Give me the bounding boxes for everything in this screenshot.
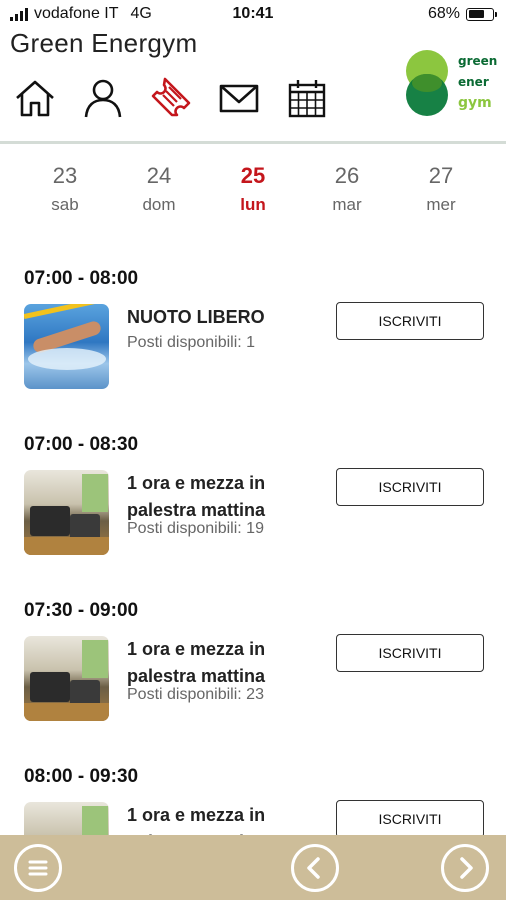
- day-number: 23: [52, 163, 78, 188]
- class-time: 07:00 - 08:00: [24, 268, 139, 289]
- status-bar: vodafone IT 4G 10:41 68%: [0, 0, 506, 28]
- menu-icon[interactable]: [14, 844, 62, 892]
- class-time: 08:00 - 09:30: [24, 766, 139, 787]
- class-thumbnail: [24, 470, 109, 555]
- signup-button[interactable]: ISCRIVITI: [336, 800, 484, 838]
- class-seats: Posti disponibili: 23: [127, 686, 264, 703]
- day-item[interactable]: 25 lun: [213, 160, 293, 218]
- day-name: mar: [332, 195, 362, 214]
- signup-button[interactable]: ISCRIVITI: [336, 468, 484, 506]
- class-name: 1 ora e mezza in palestra mattina: [127, 639, 266, 686]
- day-number: 27: [428, 163, 454, 188]
- class-time: 07:30 - 09:00: [24, 600, 139, 621]
- battery-percent: 68%: [427, 5, 460, 22]
- battery-icon: [466, 7, 497, 21]
- class-item: 07:00 - 08:00 NUOTO LIBERO Posti disponi…: [0, 268, 506, 389]
- class-item: 07:00 - 08:30 1 ora e mezza in palestra …: [0, 434, 506, 555]
- main-nav: [12, 76, 352, 120]
- day-selector: 23 sab 24 dom 25 lun 26 mar 27 mer: [0, 160, 506, 218]
- class-seats: Posti disponibili: 19: [127, 520, 264, 537]
- day-number: 25: [240, 163, 266, 188]
- class-seats: Posti disponibili: 1: [127, 334, 256, 351]
- logo-overlap: [412, 74, 442, 92]
- class-thumbnail: [24, 304, 109, 389]
- signup-button[interactable]: ISCRIVITI: [336, 634, 484, 672]
- day-item[interactable]: 23 sab: [25, 160, 105, 218]
- day-item[interactable]: 24 dom: [119, 160, 199, 218]
- app-title: Green Energym: [10, 28, 198, 58]
- ticket-icon[interactable]: [148, 76, 194, 120]
- battery-fill: [468, 10, 485, 18]
- chevron-left-icon[interactable]: [291, 844, 339, 892]
- day-name: lun: [240, 195, 266, 214]
- day-item[interactable]: 27 mer: [401, 160, 481, 218]
- class-name: NUOTO LIBERO: [127, 307, 265, 327]
- logo-line-2: ener: [458, 75, 489, 89]
- user-icon[interactable]: [80, 76, 126, 120]
- day-number: 26: [334, 163, 360, 188]
- mail-icon[interactable]: [216, 76, 262, 120]
- class-time: 07:00 - 08:30: [24, 434, 139, 455]
- day-number: 24: [146, 163, 172, 188]
- day-item[interactable]: 26 mar: [307, 160, 387, 218]
- logo-line-1: green: [458, 54, 498, 68]
- header-divider: [0, 141, 506, 144]
- signup-button[interactable]: ISCRIVITI: [336, 302, 484, 340]
- calendar-icon[interactable]: [284, 76, 330, 120]
- class-name: 1 ora e mezza in palestra mattina: [127, 473, 266, 520]
- home-icon[interactable]: [12, 76, 58, 120]
- chevron-right-icon[interactable]: [441, 844, 489, 892]
- logo-line-3: gym: [458, 95, 492, 111]
- brand-logo: green ener gym: [406, 48, 497, 118]
- bottom-bar: [0, 835, 506, 900]
- logo-text: green ener gym: [458, 51, 497, 114]
- day-name: sab: [51, 195, 79, 214]
- class-item: 07:30 - 09:00 1 ora e mezza in palestra …: [0, 600, 506, 721]
- day-name: dom: [142, 195, 176, 214]
- class-thumbnail: [24, 636, 109, 721]
- day-name: mer: [426, 195, 456, 214]
- status-right: 68%: [427, 5, 497, 23]
